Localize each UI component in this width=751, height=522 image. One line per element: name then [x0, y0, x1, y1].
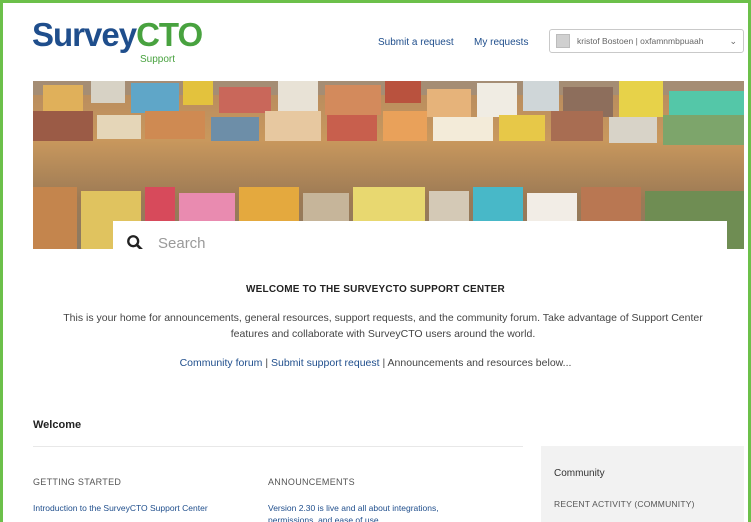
community-sidebar: Community RECENT ACTIVITY (COMMUNITY) [541, 446, 744, 522]
welcome-heading: WELCOME TO THE SURVEYCTO SUPPORT CENTER [246, 284, 505, 295]
user-avatar [556, 34, 570, 48]
site-header: SurveyCTO Support Submit a request My re… [3, 3, 748, 81]
search-bar[interactable] [113, 221, 727, 249]
welcome-links: Community forum | Submit support request… [3, 357, 748, 369]
version-announcement-link[interactable]: Version 2.30 is live and all about integ… [268, 502, 458, 522]
chevron-down-icon: ⌄ [729, 35, 737, 46]
community-forum-link[interactable]: Community forum [180, 357, 263, 369]
surveycto-logo[interactable]: SurveyCTO Support [32, 16, 203, 66]
logo-cto: CTO [136, 16, 203, 53]
user-name: kristof Bostoen | oxfamnmbpuaah [577, 36, 704, 46]
submit-support-request-link[interactable]: Submit support request [271, 357, 380, 369]
hero-banner-image [33, 81, 744, 249]
logo-survey: Survey [32, 16, 137, 53]
logo-support: Support [140, 54, 176, 65]
welcome-description: This is your home for announcements, gen… [63, 312, 703, 340]
intro-support-center-link[interactable]: Introduction to the SurveyCTO Support Ce… [33, 502, 223, 514]
section-title-welcome: Welcome [33, 419, 82, 431]
getting-started-heading: GETTING STARTED [33, 477, 122, 487]
search-input[interactable] [156, 233, 700, 249]
user-menu-dropdown[interactable]: kristof Bostoen | oxfamnmbpuaah ⌄ [549, 29, 744, 53]
browser-frame: SurveyCTO Support Submit a request My re… [0, 0, 751, 522]
community-heading: Community [554, 468, 605, 479]
link-separator: | [262, 357, 271, 369]
announcements-heading: ANNOUNCEMENTS [268, 477, 355, 487]
logo-wordmark: SurveyCTO [32, 16, 203, 53]
announcements-tail-text: | Announcements and resources below... [379, 357, 572, 369]
section-divider [33, 446, 523, 447]
my-requests-link[interactable]: My requests [474, 37, 528, 48]
recent-activity-heading: RECENT ACTIVITY (COMMUNITY) [554, 499, 695, 509]
search-icon [127, 235, 143, 249]
submit-request-link[interactable]: Submit a request [378, 37, 454, 48]
